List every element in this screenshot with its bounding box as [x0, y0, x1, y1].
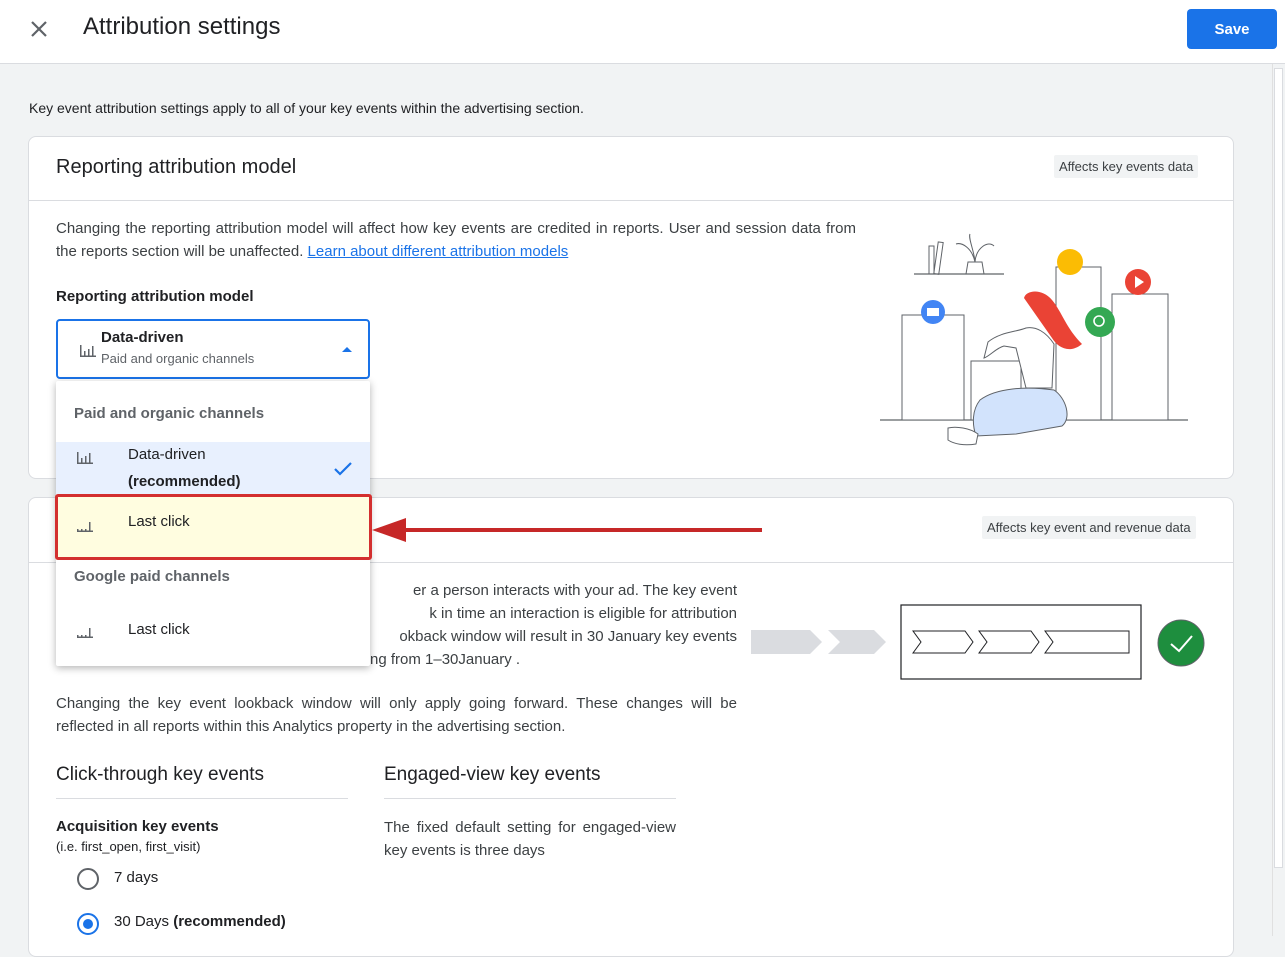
top-bar: Attribution settings Save	[0, 0, 1285, 64]
menu-item-data-driven[interactable]: Data-driven (recommended)	[56, 442, 370, 494]
caret-up-icon	[342, 347, 352, 352]
page-title: Attribution settings	[83, 13, 281, 40]
engaged-view-divider	[384, 798, 676, 799]
reporting-description: Changing the reporting attribution model…	[56, 217, 856, 263]
attribution-models-link[interactable]: Learn about different attribution models	[308, 243, 569, 260]
lookback-forward-note: Changing the key event lookback window w…	[56, 695, 737, 735]
menu-item-recommended: (recommended)	[128, 473, 241, 490]
lookback-illustration	[751, 604, 1205, 680]
radio-7-days[interactable]	[77, 868, 99, 890]
click-through-title: Click-through key events	[56, 764, 265, 785]
menu-item-label: Data-driven (recommended)	[128, 441, 241, 495]
close-icon[interactable]	[24, 14, 54, 44]
acquisition-label: Acquisition key events	[56, 818, 219, 835]
selected-model-sub: Paid and organic channels	[101, 351, 255, 366]
menu-item-line: Data-driven	[128, 446, 206, 463]
bar-chart-icon	[80, 345, 96, 357]
engaged-view-description: The fixed default setting for engaged-vi…	[384, 819, 676, 859]
bar-chart-low-icon	[77, 628, 93, 638]
annotation-arrow-icon	[372, 518, 762, 542]
attribution-model-select[interactable]: Data-driven Paid and organic channels	[56, 319, 370, 379]
bar-chart-icon	[77, 452, 93, 464]
menu-item-label: Last click	[128, 621, 190, 638]
engaged-view-title: Engaged-view key events	[384, 764, 601, 785]
attribution-illustration	[880, 233, 1188, 446]
click-through-divider	[56, 798, 348, 799]
menu-group-paid-organic: Paid and organic channels	[74, 405, 265, 422]
option-30-text: 30 Days	[114, 913, 170, 930]
lookback-description: er a person interacts with your ad. The …	[370, 579, 737, 671]
card-divider	[29, 200, 1233, 201]
menu-group-google-paid: Google paid channels	[74, 568, 230, 585]
field-label: Reporting attribution model	[56, 288, 254, 305]
menu-item-last-click-google-paid[interactable]: Last click	[56, 607, 370, 653]
highlight-box	[55, 494, 372, 560]
radio-30-days-label: 30 Days (recommended)	[114, 913, 286, 930]
lookback-desc-line: okback window will result in 30 January …	[399, 628, 737, 645]
check-icon	[334, 462, 352, 476]
intro-text: Key event attribution settings apply to …	[29, 100, 584, 116]
lookback-desc-line: er a person interacts with your ad. The …	[412, 582, 737, 599]
lookback-desc-line: ng from 1–30January .	[370, 651, 521, 668]
reporting-card-title: Reporting attribution model	[56, 156, 297, 178]
radio-30-days[interactable]	[77, 913, 99, 935]
option-30-recommended: (recommended)	[173, 913, 286, 930]
radio-selected-dot	[83, 919, 93, 929]
acquisition-example: (i.e. first_open, first_visit)	[56, 839, 201, 854]
selected-model: Data-driven	[101, 329, 184, 346]
affects-revenue-chip: Affects key event and revenue data	[982, 516, 1196, 539]
affects-key-events-chip: Affects key events data	[1054, 155, 1199, 178]
scrollbar-thumb[interactable]	[1274, 68, 1283, 868]
radio-7-days-label: 7 days	[114, 869, 159, 886]
save-button[interactable]: Save	[1187, 9, 1277, 49]
lookback-desc-line: k in time an interaction is eligible for…	[429, 605, 737, 622]
